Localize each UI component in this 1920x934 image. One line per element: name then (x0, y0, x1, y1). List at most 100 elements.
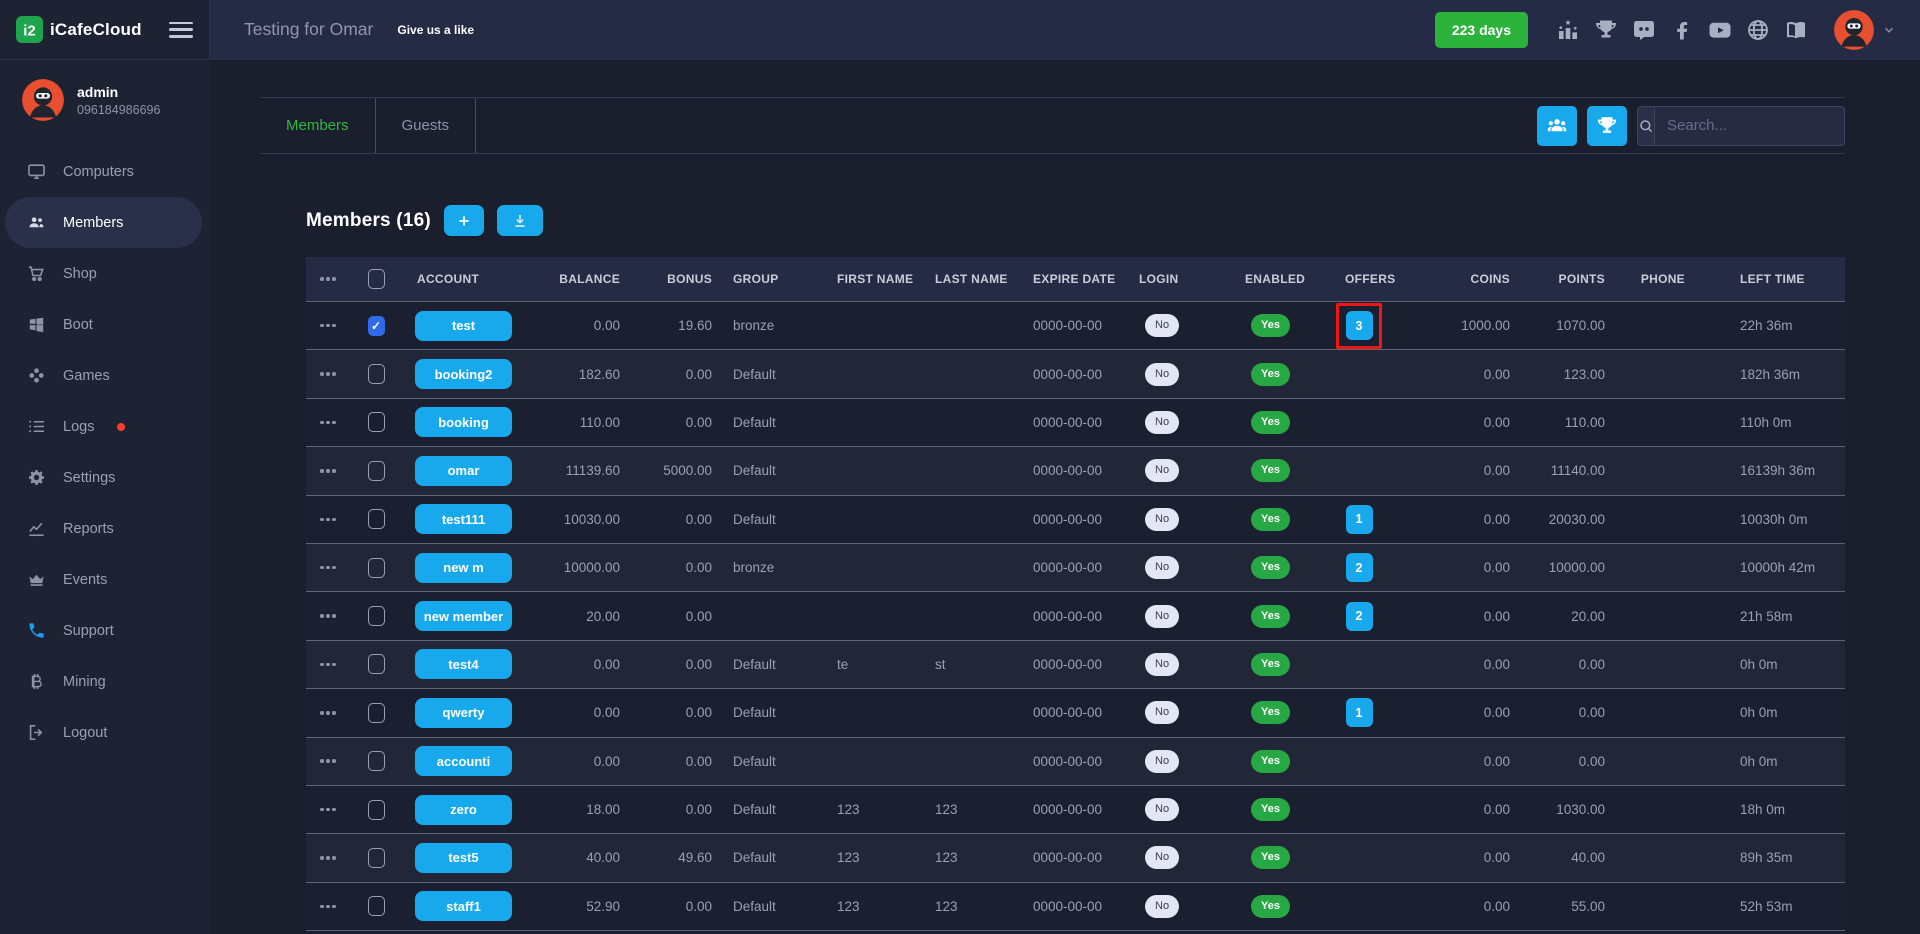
export-members-button[interactable] (497, 205, 543, 236)
offers-badge[interactable]: 2 (1346, 553, 1373, 582)
col-group[interactable]: GROUP (726, 272, 830, 286)
row-actions-button[interactable] (318, 562, 338, 574)
col-bonus[interactable]: BONUS (626, 272, 726, 286)
sidebar-item-mining[interactable]: Mining (0, 656, 210, 707)
header-actions-button[interactable] (318, 273, 338, 285)
account-button[interactable]: qwerty (415, 698, 512, 728)
menu-toggle-icon[interactable] (169, 22, 193, 38)
account-button[interactable]: test111 (415, 504, 512, 534)
col-points[interactable]: POINTS (1516, 272, 1612, 286)
account-button[interactable]: test (415, 311, 512, 341)
sidebar-item-settings[interactable]: Settings (0, 452, 210, 503)
enabled-toggle-badge[interactable]: Yes (1251, 459, 1290, 482)
enabled-toggle-badge[interactable]: Yes (1251, 314, 1290, 337)
col-enabled[interactable]: ENABLED (1240, 272, 1334, 286)
app-logo[interactable]: i2 iCafeCloud (16, 16, 142, 43)
col-login[interactable]: LOGIN (1134, 272, 1240, 286)
row-actions-button[interactable] (318, 804, 338, 816)
col-expire-date[interactable]: EXPIRE DATE (1026, 272, 1134, 286)
col-first-name[interactable]: FIRST NAME (830, 272, 928, 286)
col-coins[interactable]: COINS (1420, 272, 1516, 286)
enabled-toggle-badge[interactable]: Yes (1251, 363, 1290, 386)
enabled-toggle-badge[interactable]: Yes (1251, 846, 1290, 869)
col-balance[interactable]: BALANCE (522, 272, 626, 286)
enabled-toggle-badge[interactable]: Yes (1251, 605, 1290, 628)
facebook-icon[interactable] (1670, 18, 1694, 42)
sidebar-profile[interactable]: admin 096184986696 (0, 60, 210, 124)
sidebar-item-boot[interactable]: Boot (0, 299, 210, 350)
account-button[interactable]: zero (415, 795, 512, 825)
add-member-button[interactable] (444, 205, 484, 236)
subscription-days-button[interactable]: 223 days (1435, 12, 1528, 48)
row-actions-button[interactable] (318, 852, 338, 864)
row-checkbox[interactable] (368, 751, 385, 771)
row-checkbox[interactable] (368, 364, 385, 384)
row-actions-button[interactable] (318, 901, 338, 913)
members-view-button[interactable] (1537, 106, 1577, 146)
row-checkbox[interactable] (368, 461, 385, 481)
row-actions-button[interactable] (318, 417, 338, 429)
account-button[interactable]: accounti (415, 746, 512, 776)
row-checkbox[interactable] (368, 654, 385, 674)
col-last-name[interactable]: LAST NAME (928, 272, 1026, 286)
row-checkbox[interactable] (368, 412, 385, 432)
row-checkbox[interactable] (368, 606, 385, 626)
account-button[interactable]: new m (415, 553, 512, 583)
account-button[interactable]: staff1 (415, 891, 512, 921)
user-avatar[interactable] (1834, 10, 1874, 50)
chevron-down-icon[interactable] (1882, 23, 1896, 37)
give-us-a-like-link[interactable]: Give us a like (397, 23, 474, 37)
row-actions-button[interactable] (318, 755, 338, 767)
enabled-toggle-badge[interactable]: Yes (1251, 895, 1290, 918)
enabled-toggle-badge[interactable]: Yes (1251, 750, 1290, 773)
row-checkbox[interactable] (368, 800, 385, 820)
row-actions-button[interactable] (318, 659, 338, 671)
sidebar-item-games[interactable]: Games (0, 350, 210, 401)
offers-badge[interactable]: 3 (1346, 311, 1373, 340)
row-actions-button[interactable] (318, 368, 338, 380)
offers-badge[interactable]: 1 (1346, 698, 1373, 727)
col-left-time[interactable]: LEFT TIME (1688, 272, 1845, 286)
row-actions-button[interactable] (318, 707, 338, 719)
row-actions-button[interactable] (318, 320, 338, 332)
row-checkbox[interactable] (368, 316, 385, 336)
row-actions-button[interactable] (318, 465, 338, 477)
youtube-icon[interactable] (1708, 18, 1732, 42)
select-all-checkbox[interactable] (368, 269, 385, 289)
enabled-toggle-badge[interactable]: Yes (1251, 653, 1290, 676)
offers-badge[interactable]: 2 (1346, 602, 1373, 631)
col-phone[interactable]: PHONE (1612, 272, 1688, 286)
sidebar-item-shop[interactable]: Shop (0, 248, 210, 299)
sidebar-item-logout[interactable]: Logout (0, 707, 210, 758)
enabled-toggle-badge[interactable]: Yes (1251, 508, 1290, 531)
offers-view-button[interactable] (1587, 106, 1627, 146)
row-actions-button[interactable] (318, 514, 338, 526)
tab-members[interactable]: Members (260, 98, 376, 153)
trophy-icon[interactable] (1594, 18, 1618, 42)
row-checkbox[interactable] (368, 703, 385, 723)
account-button[interactable]: booking (415, 407, 512, 437)
account-button[interactable]: booking2 (415, 359, 512, 389)
search-input[interactable] (1655, 107, 1845, 145)
ranking-icon[interactable] (1556, 18, 1580, 42)
enabled-toggle-badge[interactable]: Yes (1251, 701, 1290, 724)
globe-icon[interactable] (1746, 18, 1770, 42)
row-actions-button[interactable] (318, 610, 338, 622)
sidebar-item-logs[interactable]: Logs (0, 401, 210, 452)
col-offers[interactable]: OFFERS (1334, 272, 1420, 286)
sidebar-item-reports[interactable]: Reports (0, 503, 210, 554)
row-checkbox[interactable] (368, 896, 385, 916)
tab-guests[interactable]: Guests (376, 98, 477, 153)
account-button[interactable]: test4 (415, 649, 512, 679)
enabled-toggle-badge[interactable]: Yes (1251, 556, 1290, 579)
enabled-toggle-badge[interactable]: Yes (1251, 411, 1290, 434)
sidebar-item-members[interactable]: Members (5, 197, 202, 248)
sidebar-item-computers[interactable]: Computers (0, 146, 210, 197)
account-button[interactable]: new member (415, 601, 512, 631)
row-checkbox[interactable] (368, 509, 385, 529)
col-account[interactable]: ACCOUNT (402, 272, 522, 286)
sidebar-item-events[interactable]: Events (0, 554, 210, 605)
row-checkbox[interactable] (368, 848, 385, 868)
row-checkbox[interactable] (368, 558, 385, 578)
sidebar-item-support[interactable]: Support (0, 605, 210, 656)
